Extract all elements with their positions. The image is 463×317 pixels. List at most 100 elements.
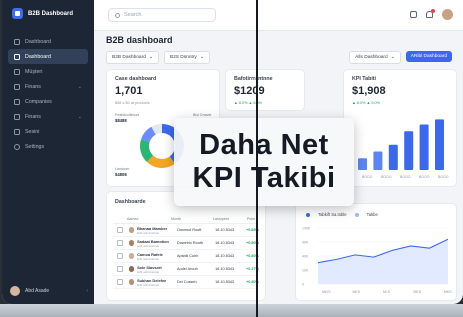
avatar [128, 266, 135, 272]
dashboard-filter[interactable]: B2B Dashboard ⌄ [106, 51, 159, 64]
column-header[interactable]: Aamed [127, 214, 171, 223]
card-title: KPI Tabiti [352, 76, 377, 82]
sidebar-item-dashboard-active[interactable]: Dashboard [8, 49, 88, 64]
chevron-down-icon: ⌄ [148, 55, 153, 60]
row-checkbox[interactable] [117, 279, 123, 285]
dashboard-table-card: Dashboarde Aamed Month Lastupent Point B… [106, 191, 266, 301]
bell-icon[interactable] [426, 9, 435, 18]
avatar [128, 253, 135, 259]
card-title: Bafotirrrantnne [234, 76, 273, 82]
x-tick-label: MKS [414, 290, 422, 294]
row-month: Aodel Arouh [177, 267, 198, 271]
row-subtext: Edit administrasi [137, 256, 160, 261]
area-chart: 100K 40K 40K 10K 0 MKSi MKS Mi.S MKS MKS [302, 227, 452, 295]
row-month: Oonesol Rouft [177, 228, 202, 232]
building-icon [14, 98, 20, 105]
brand-label: B2B Dashboard [28, 10, 74, 17]
table-row[interactable]: Bhanaa Mamber Edit administrasi Oonesol Ro… [113, 224, 259, 237]
sidebar-item-finance[interactable]: Finans ⌄ [8, 79, 88, 94]
category-filter[interactable]: B2S Dsnntry ⌄ [163, 51, 210, 64]
row-month: Apsbill Cuhh [177, 254, 199, 258]
row-checkbox[interactable] [117, 266, 123, 272]
bar-chart: BOOO BOOO BOOO BOOO BOOO [358, 119, 449, 179]
sidebar-item-settings[interactable]: Settings [8, 139, 88, 154]
sidebar-item-label: Dashboard [25, 53, 51, 60]
bar [435, 119, 444, 170]
column-header[interactable]: Point [247, 214, 255, 223]
bar [358, 158, 367, 170]
chevron-down-icon: ⌄ [77, 113, 82, 120]
column-header[interactable]: Month [171, 214, 213, 223]
avatar[interactable] [442, 9, 453, 20]
row-date: 18.10.5343 [215, 241, 235, 245]
legend-label: Lwntcom [115, 167, 130, 171]
x-tick-label: BOOO [362, 175, 373, 179]
column-header[interactable]: Lastupent [213, 214, 247, 223]
x-tick-label: BOOO [438, 175, 449, 179]
avatar [10, 286, 20, 296]
table-row[interactable]: Subhan Delefee Edit administrasi Del Cosse… [113, 276, 259, 289]
y-tick-label: 40K [302, 241, 309, 245]
legend-value: $8488 [115, 118, 127, 123]
y-tick-label: 0 [302, 283, 304, 287]
logo-icon [12, 8, 23, 19]
sidebar-item-dashboard[interactable]: Dashboard [8, 34, 88, 49]
bar [388, 144, 398, 170]
row-checkbox[interactable] [117, 253, 123, 259]
case-subtext: $38 ≤ $0 at products [115, 101, 150, 105]
select-all[interactable] [113, 214, 127, 223]
row-subtext: Edit administrasi [137, 269, 160, 274]
case-value: 1,701 [115, 85, 143, 97]
legend-value: $4808 [115, 172, 127, 177]
x-tick-label: BOOO [419, 175, 430, 179]
topbar: Search [94, 0, 463, 31]
bar [373, 151, 383, 170]
users-icon [14, 68, 20, 75]
x-tick-label: Mi.S [383, 290, 391, 294]
y-tick-label: 40K [302, 255, 309, 259]
sidebar-item-customer[interactable]: Müşteri [8, 64, 88, 79]
x-tick-label: MKS [444, 290, 452, 294]
chart-legend: Tabkift Sa.toble Takbe [306, 212, 378, 217]
row-checkbox[interactable] [117, 240, 123, 246]
y-tick-label: 10K [302, 269, 309, 273]
add-dashboard-button[interactable]: ARibl Dashboard [405, 51, 452, 62]
search-placeholder: Search [124, 12, 142, 18]
copy-icon[interactable] [410, 11, 417, 18]
card-title: Dashboarde [115, 199, 146, 205]
kpi-value: $1,908 [352, 85, 386, 97]
all-dashboard-select[interactable]: Alls Dashboard ⌄ [349, 51, 401, 64]
sidebar-item-finance-2[interactable]: Finans ⌄ [8, 109, 88, 124]
sidebar-item-label: Finans [25, 83, 41, 90]
row-date: 18.10.5343 [215, 254, 235, 258]
sidebar-item-companies[interactable]: Companies [8, 94, 88, 109]
table-row[interactable]: Sadaat Bamotion Edit administrasi Doweirlo… [113, 237, 259, 250]
sidebar-item-reports[interactable]: Sesini [8, 124, 88, 139]
table-header: Aamed Month Lastupent Point [113, 214, 259, 224]
overlay-headline: Daha Net [199, 129, 329, 161]
brand[interactable]: B2B Dashboard [12, 8, 73, 19]
finance-icon [14, 83, 20, 90]
sidebar-nav: Dashboard Dashboard Müşteri Finans ⌄ Comp… [8, 34, 88, 154]
table-row[interactable]: Sole Slavsort Edit administrasi Aodel Arou… [113, 263, 259, 276]
chevron-down-icon: ⌄ [77, 83, 82, 90]
performance-value: $1209 [234, 85, 265, 97]
sidebar-item-label: Dashboard [25, 38, 51, 45]
search-input[interactable]: Search [108, 8, 216, 22]
promo-overlay: Daha Net KPI Takibi [174, 118, 354, 206]
table-row[interactable]: Camoa Rafele Edit administrasi Apsbill Cuh… [113, 250, 259, 263]
dashboard-filter-label: B2B Dashboard [112, 55, 146, 60]
avatar [128, 279, 135, 285]
user-profile[interactable]: Abd Asade ‹ [10, 286, 88, 296]
row-checkbox[interactable] [117, 227, 123, 233]
filter-bar: B2B Dashboard ⌄ B2S Dsnntry ⌄ [106, 51, 210, 64]
chevron-left-icon: ‹ [86, 288, 88, 294]
category-filter-label: B2S Dsnntry [169, 55, 197, 60]
chevron-down-icon: ⌄ [390, 55, 395, 60]
gear-icon [14, 143, 20, 150]
legend-dot [354, 212, 359, 217]
row-month: Doweirlo Routh [177, 241, 203, 245]
row-date: 18.10.5343 [215, 267, 235, 271]
legend-dot [306, 212, 310, 217]
x-tick-label: BOOO [400, 175, 411, 179]
